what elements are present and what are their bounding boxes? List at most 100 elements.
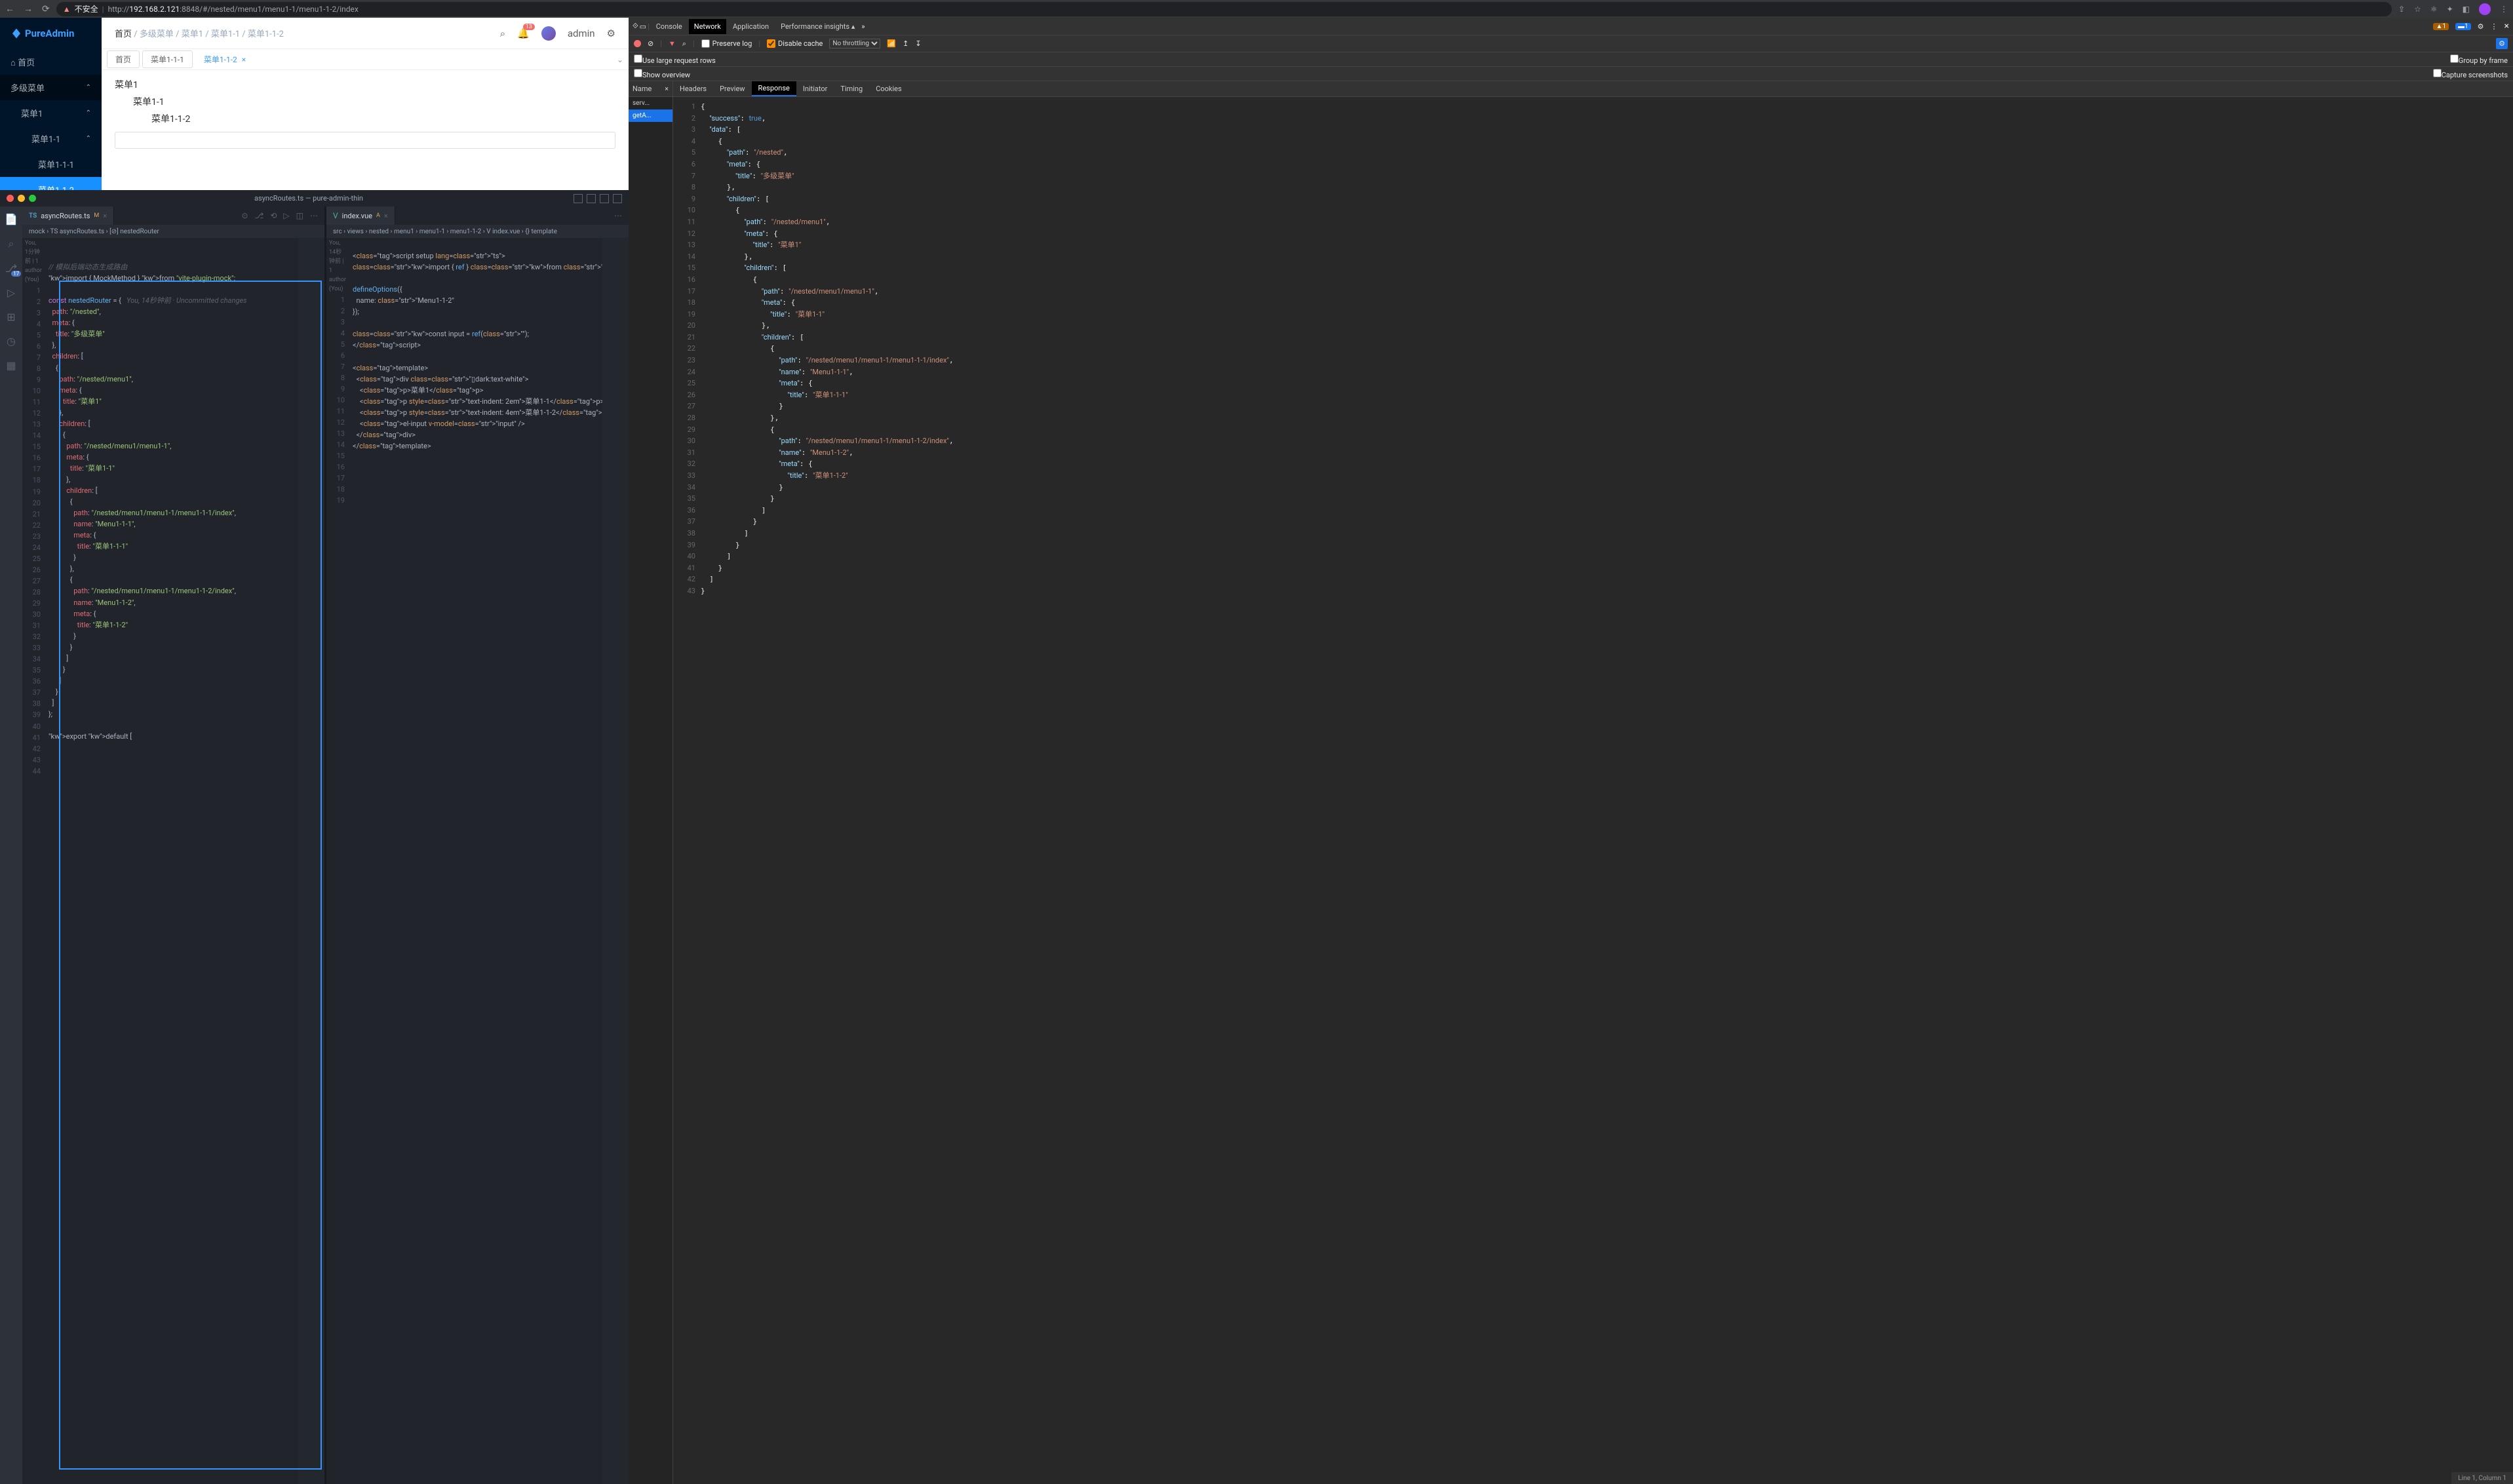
search-icon[interactable]: ⌕ [682,39,686,49]
search-icon[interactable]: ⌕ [9,237,14,250]
tab-preview[interactable]: Preview [713,82,751,96]
gear-icon[interactable]: ⚙ [2496,38,2508,49]
sidebar-item-home[interactable]: ⌂ 首页 [0,49,102,75]
device-icon[interactable]: ▭ [640,22,646,31]
tab-initiator[interactable]: Initiator [796,82,834,96]
reload-button[interactable]: ⟳ [42,4,50,14]
editor-tab-index[interactable]: V index.vue A × [326,206,395,225]
branch-icon[interactable]: ⎇ [255,211,264,220]
sidebar-item-menu1-1[interactable]: 菜单1-1⌃ [0,126,102,151]
input-field[interactable] [115,132,615,149]
explorer-icon[interactable]: 📄 [5,213,18,225]
layout-grid-icon[interactable] [613,194,622,203]
gear-icon[interactable]: ⚙ [2478,22,2484,31]
inspect-icon[interactable]: ⟐ [633,22,638,31]
more-icon[interactable]: ⋯ [614,211,622,220]
window-close[interactable] [7,195,14,202]
project-icon[interactable]: ▦ [6,359,16,372]
info-badge[interactable]: ▬1 [2455,23,2471,30]
close-icon[interactable]: × [2504,21,2509,31]
overview-checkbox[interactable]: Show overview [634,69,690,79]
back-button[interactable]: ← [5,3,14,14]
close-icon[interactable]: × [103,212,107,220]
request-row[interactable]: serv... [629,97,672,109]
tab-timing[interactable]: Timing [834,82,869,96]
upload-icon[interactable]: ↥ [903,39,908,48]
brand-logo[interactable]: PureAdmin [0,18,102,49]
debug-icon[interactable]: ▷ [7,286,15,299]
more-tabs-icon[interactable]: » [861,22,865,31]
sidebar-item-menu1-1-1[interactable]: 菜单1-1-1 [0,151,102,177]
large-rows-checkbox[interactable]: Use large request rows [634,54,716,65]
editor-breadcrumb[interactable]: mock › TS asyncRoutes.ts › [⊘] nestedRou… [22,225,324,238]
wifi-icon[interactable]: 📶 [887,39,896,48]
window-maximize[interactable] [29,195,36,202]
filter-icon[interactable]: ▼ [669,39,676,48]
layout-right-icon[interactable] [600,194,609,203]
close-icon[interactable]: × [242,55,246,64]
panel-icon[interactable]: ◧ [2463,5,2470,14]
run-icon[interactable]: ▷ [283,211,289,220]
group-frame-checkbox[interactable]: Group by frame [2450,54,2508,65]
minimap[interactable] [602,238,629,1484]
tab-response[interactable]: Response [752,81,796,96]
compass-icon[interactable]: ⊙ [241,211,248,220]
tab-network[interactable]: Network [689,19,726,34]
extensions-icon[interactable]: ⊞ [7,311,15,323]
split-icon[interactable]: ◫ [296,211,303,220]
window-minimize[interactable] [18,195,25,202]
close-icon[interactable]: × [384,212,388,220]
search-icon[interactable]: ⌕ [500,28,505,39]
layout-left-icon[interactable] [574,194,583,203]
clear-icon[interactable]: ⊘ [648,39,653,48]
request-row[interactable]: getA... [629,109,672,122]
close-icon[interactable]: × [665,85,669,93]
address-bar[interactable]: ▲ 不安全 | http://192.168.2.121:8848/#/nest… [56,2,2392,16]
code-area-right[interactable]: You, 14秒钟前 | 1 author (You)1234567891011… [326,238,629,1484]
forward-button[interactable]: → [24,3,33,14]
sidebar-item-menu1[interactable]: 菜单1⌃ [0,100,102,126]
tab-home[interactable]: 首页 [107,50,140,68]
gear-icon[interactable]: ⚙ [607,28,615,39]
minimap[interactable] [298,238,324,1484]
code-area-left[interactable]: You, 1分钟前 | 1 author (You)12345678910111… [22,238,324,1484]
more-icon[interactable]: ⋮ [2491,22,2498,31]
screenshots-checkbox[interactable]: Capture screenshots [2433,69,2508,79]
record-button[interactable] [634,40,641,47]
scm-icon[interactable]: ⎇ [5,262,17,275]
layout-bottom-icon[interactable] [587,194,596,203]
response-json[interactable]: 1{ 2 "success": true, 3 "data": [ 4 { 5 … [673,97,2513,1484]
editor-tab-asyncroutes[interactable]: TS asyncRoutes.ts M × [22,206,114,225]
tab-menu1-1-1[interactable]: 菜单1-1-1 [142,50,193,68]
tab-application[interactable]: Application [728,19,774,34]
bell-icon[interactable]: 🔔13 [517,28,530,39]
tab-headers[interactable]: Headers [673,82,713,96]
bookmark-icon[interactable]: ☆ [2414,5,2421,14]
warning-badge[interactable]: ▲1 [2433,23,2449,30]
tab-menu1-1-2[interactable]: 菜单1-1-2 × [195,50,254,69]
throttling-select[interactable]: No throttling [829,39,880,49]
browser-avatar[interactable] [2479,3,2491,15]
tab-performance[interactable]: Performance insights ▴ [775,19,860,34]
download-icon[interactable]: ↧ [915,39,921,48]
browser-menu-icon[interactable]: ⋮ [2500,5,2508,14]
tab-console[interactable]: Console [651,19,688,34]
sidebar: PureAdmin ⌂ 首页 多级菜单⌃ 菜单1⌃ 菜单1-1⌃ 菜单1-1-1 [0,18,102,190]
editor-breadcrumb[interactable]: src › views › nested › menu1 › menu1-1 ›… [326,225,629,238]
react-icon[interactable]: ⚛ [2430,5,2438,14]
preserve-log-checkbox[interactable]: Preserve log [701,39,752,48]
sidebar-item-nested[interactable]: 多级菜单⌃ [0,75,102,100]
chevron-up-icon: ⌃ [86,84,91,91]
disable-cache-checkbox[interactable]: Disable cache [767,39,823,48]
chevron-down-icon[interactable]: ⌄ [617,55,623,64]
username[interactable]: admin [568,28,595,39]
avatar[interactable] [541,26,556,41]
more-icon[interactable]: ⋯ [310,211,318,220]
name-column[interactable]: Name [633,85,652,93]
tab-cookies[interactable]: Cookies [869,82,908,96]
status-bar: Line 1, Column 1 [2451,1472,2513,1484]
timeline-icon[interactable]: ◷ [7,335,16,347]
share-icon[interactable]: ⇪ [2398,5,2405,14]
extensions-icon[interactable]: ✦ [2447,5,2453,14]
history-icon[interactable]: ⟲ [270,211,277,220]
